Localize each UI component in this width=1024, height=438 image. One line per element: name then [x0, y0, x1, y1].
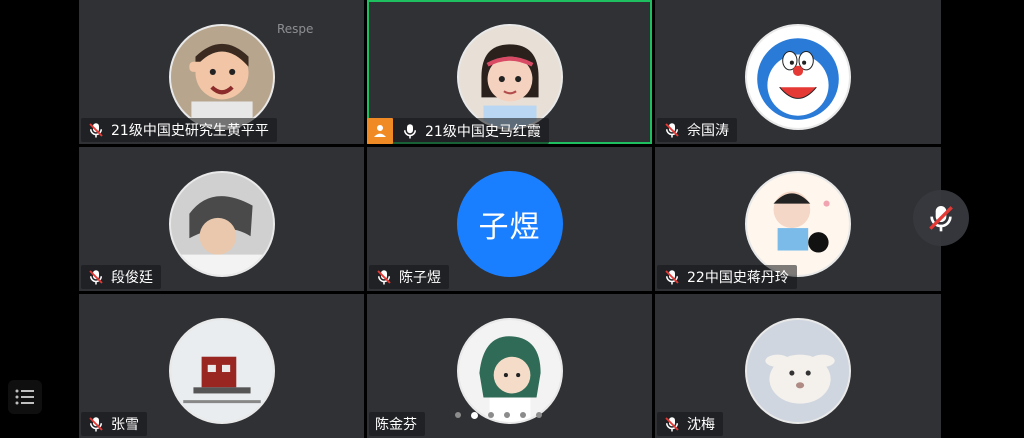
participant-tile[interactable]: 段俊廷	[79, 147, 364, 291]
participant-namebar: 陈子煜	[369, 265, 449, 289]
muted-mic-icon	[89, 123, 103, 138]
participant-tile[interactable]: 张雪	[79, 294, 364, 438]
muted-mic-icon	[89, 270, 103, 285]
participant-namebar: 21级中国史马红霞	[367, 118, 549, 144]
list-menu-icon	[15, 389, 34, 405]
girl-photo	[458, 26, 561, 128]
participant-namebar: 张雪	[81, 412, 147, 436]
animal-photo	[747, 320, 849, 422]
page-dot[interactable]	[504, 412, 510, 418]
participant-avatar	[456, 318, 563, 424]
watermark-text: Respe	[277, 22, 314, 36]
participant-avatar	[745, 318, 851, 424]
page-dot[interactable]	[455, 412, 461, 418]
participant-name: 段俊廷	[111, 270, 153, 286]
participant-namebar: 佘国涛	[657, 118, 737, 142]
page-dot[interactable]	[536, 412, 542, 418]
participant-namebar: 21级中国史研究生黄平平	[81, 118, 277, 142]
muted-mic-icon	[665, 417, 679, 432]
page-indicator	[455, 410, 565, 420]
page-dot-active[interactable]	[471, 411, 478, 419]
participant-namebar: 22中国史蒋丹玲	[657, 265, 797, 289]
mic-toggle-button[interactable]	[913, 190, 969, 246]
participant-name: 陈金芬	[375, 417, 417, 433]
participant-name: 张雪	[111, 417, 139, 433]
boy-saluting-photo	[170, 26, 273, 128]
participant-tile[interactable]: 22中国史蒋丹玲	[655, 147, 941, 291]
page-dot[interactable]	[520, 412, 526, 418]
muted-mic-icon	[929, 206, 953, 232]
participant-tile[interactable]: 21级中国史马红霞	[367, 0, 652, 144]
participant-avatar	[168, 171, 275, 277]
muted-mic-icon	[89, 417, 103, 432]
person-photo	[170, 173, 273, 275]
doraemon	[747, 26, 849, 128]
participant-name: 22中国史蒋丹玲	[687, 270, 789, 286]
participant-avatar	[168, 24, 275, 130]
participant-namebar: 沈梅	[657, 412, 723, 436]
page-dot[interactable]	[488, 412, 494, 418]
participant-namebar: 陈金芬	[369, 412, 425, 436]
participant-avatar	[745, 171, 851, 277]
participant-name: 陈子煜	[399, 270, 441, 286]
anime-girl	[458, 320, 561, 422]
participant-tile[interactable]: 沈梅	[655, 294, 941, 438]
participant-tile[interactable]: 子煜 陈子煜	[367, 147, 652, 291]
mic-icon	[404, 124, 416, 139]
participant-namebar: 段俊廷	[81, 265, 161, 289]
train-photo	[170, 320, 273, 422]
menu-button[interactable]	[8, 380, 42, 414]
participant-name: 佘国涛	[687, 123, 729, 139]
muted-mic-icon	[377, 270, 391, 285]
host-badge	[367, 118, 393, 144]
participant-tile[interactable]: Respe 21级中国史研究生黄平平	[79, 0, 364, 144]
participant-name: 21级中国史研究生黄平平	[111, 123, 269, 139]
participant-name: 沈梅	[687, 417, 715, 433]
cartoon-kid	[747, 173, 849, 275]
participant-tile[interactable]: 佘国涛	[655, 0, 941, 144]
muted-mic-icon	[665, 123, 679, 138]
participant-avatar	[745, 24, 851, 130]
muted-mic-icon	[665, 270, 679, 285]
participant-avatar	[456, 24, 563, 130]
host-person-icon	[374, 125, 386, 137]
text-avatar: 子煜	[456, 171, 563, 277]
participant-avatar	[168, 318, 275, 424]
participant-name: 21级中国史马红霞	[425, 124, 541, 140]
participant-grid: Respe 21级中国史研究生黄平平 21级中国史马红霞 佘国涛 段俊廷 子煜 …	[79, 0, 941, 438]
